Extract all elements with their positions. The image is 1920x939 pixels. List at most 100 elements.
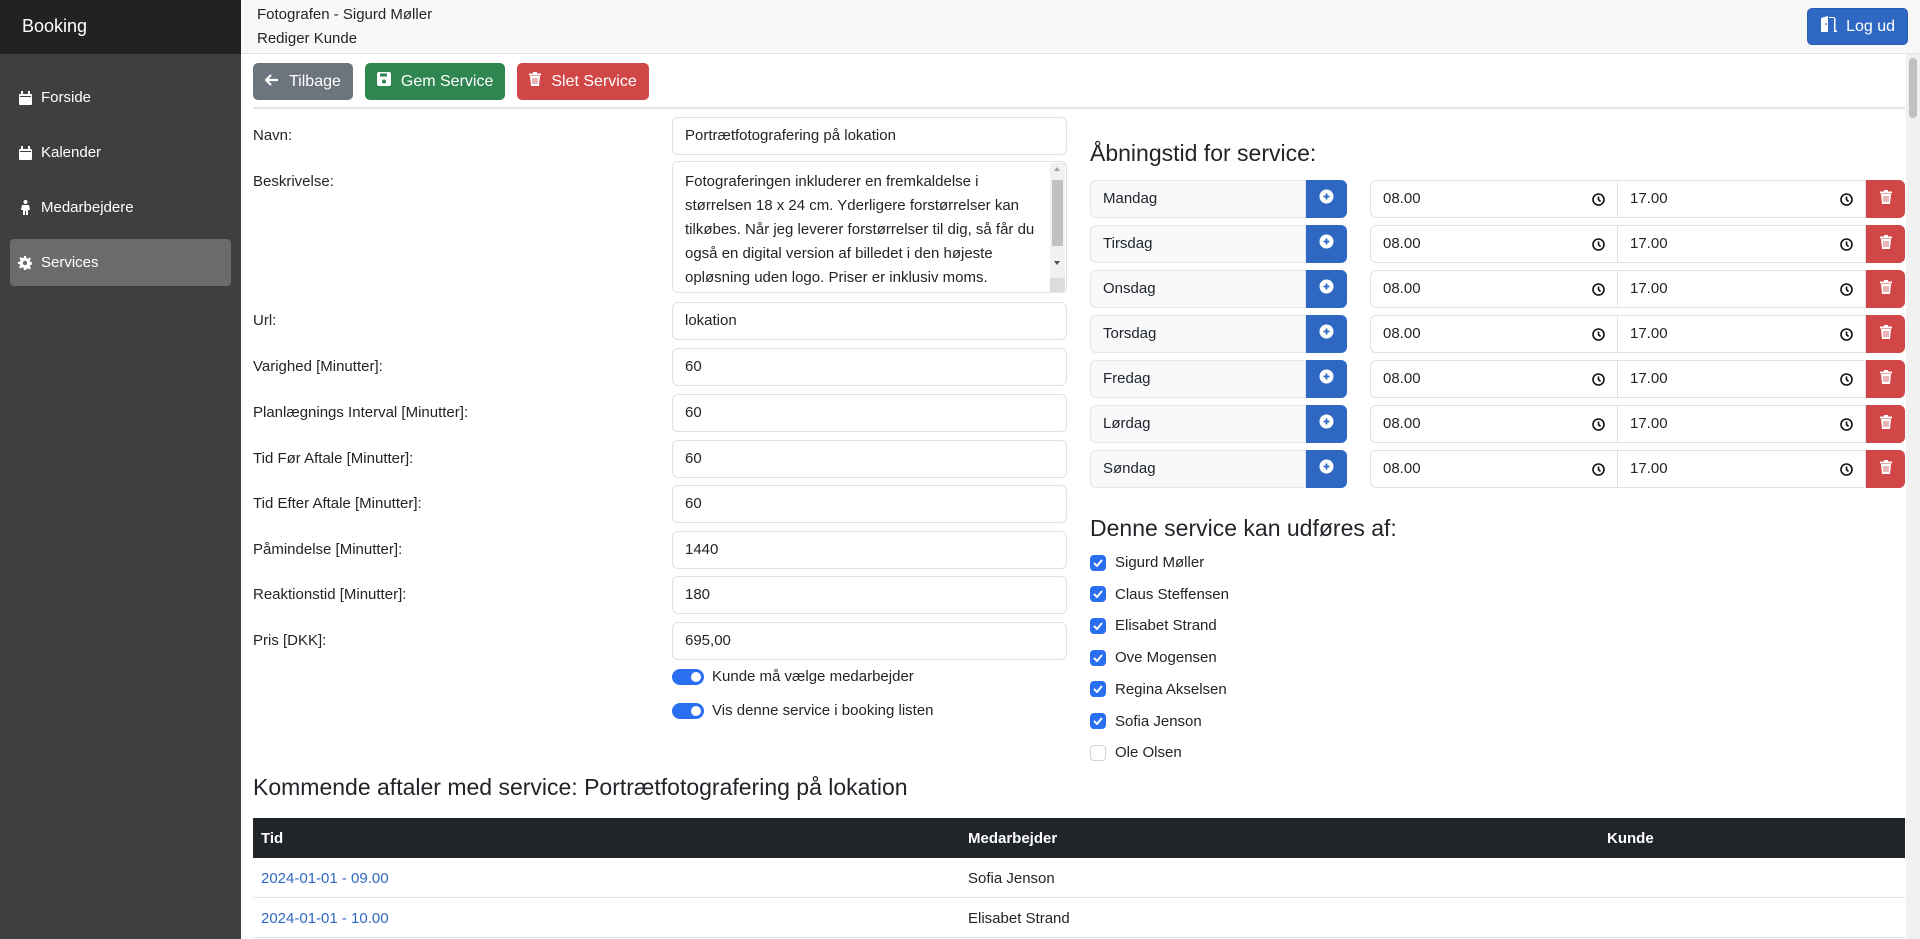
clock-icon[interactable] <box>1840 283 1853 300</box>
trash-icon <box>1879 189 1892 209</box>
time-from-input[interactable]: 08.00 <box>1370 360 1618 398</box>
page-scrollbar[interactable] <box>1906 54 1920 939</box>
sidebar-item-medarbejdere[interactable]: Medarbejdere <box>10 184 231 231</box>
time-to-input[interactable]: 17.00 <box>1617 405 1866 443</box>
duration-input[interactable]: 60 <box>672 348 1067 386</box>
scroll-down-arrow-icon[interactable] <box>1054 261 1060 265</box>
add-time-button[interactable] <box>1306 270 1347 308</box>
time-to-input[interactable]: 17.00 <box>1617 315 1866 353</box>
clock-icon[interactable] <box>1592 238 1605 255</box>
clock-icon[interactable] <box>1592 463 1605 480</box>
add-time-button[interactable] <box>1306 315 1347 353</box>
clock-icon[interactable] <box>1592 193 1605 210</box>
appointment-link[interactable]: 2024-01-01 - 10.00 <box>261 910 389 927</box>
scroll-up-arrow-icon[interactable] <box>1054 167 1060 171</box>
price-input[interactable]: 695,00 <box>672 622 1067 660</box>
clock-icon[interactable] <box>1592 283 1605 300</box>
show-in-list-toggle[interactable] <box>672 702 704 719</box>
time-from-input[interactable]: 08.00 <box>1370 225 1618 263</box>
clock-icon[interactable] <box>1840 463 1853 480</box>
plus-circle-icon <box>1319 459 1334 479</box>
clock-icon[interactable] <box>1592 328 1605 345</box>
clock-icon[interactable] <box>1592 418 1605 435</box>
add-time-button[interactable] <box>1306 180 1347 218</box>
time-from-input[interactable]: 08.00 <box>1370 270 1618 308</box>
reaction-input[interactable]: 180 <box>672 576 1067 614</box>
logout-label: Log ud <box>1846 17 1895 35</box>
reaction-label: Reaktionstid [Minutter]: <box>253 586 407 603</box>
main-content: Tilbage Gem Service Slet Service Navn: P… <box>241 54 1906 939</box>
employee-option: Regina Akselsen <box>1090 681 1227 698</box>
form-row-reminder: Påmindelse [Minutter]: 1440 <box>253 531 1067 569</box>
add-time-button[interactable] <box>1306 450 1347 488</box>
add-time-button[interactable] <box>1306 360 1347 398</box>
description-textarea[interactable]: Fotograferingen inkluderer en fremkaldel… <box>672 161 1067 293</box>
add-time-button[interactable] <box>1306 225 1347 263</box>
appointment-link[interactable]: 2024-01-01 - 09.00 <box>261 870 389 887</box>
delete-time-button[interactable] <box>1866 360 1905 398</box>
name-input[interactable]: Portrætfotografering på lokation <box>672 117 1067 155</box>
sidebar-item-services[interactable]: Services <box>10 239 231 286</box>
time-from-input[interactable]: 08.00 <box>1370 180 1618 218</box>
scrollbar-thumb[interactable] <box>1052 180 1063 246</box>
sidebar-item-kalender[interactable]: Kalender <box>10 129 231 176</box>
switch-choose-employee: Kunde må vælge medarbejder <box>672 668 914 685</box>
sidebar-item-forside[interactable]: Forside <box>10 74 231 121</box>
time-to-input[interactable]: 17.00 <box>1617 270 1866 308</box>
clock-icon[interactable] <box>1840 238 1853 255</box>
description-label: Beskrivelse: <box>253 173 334 190</box>
logout-button[interactable]: Log ud <box>1807 8 1908 45</box>
clock-icon[interactable] <box>1840 328 1853 345</box>
interval-input[interactable]: 60 <box>672 394 1067 432</box>
delete-time-button[interactable] <box>1866 405 1905 443</box>
time-from-input[interactable]: 08.00 <box>1370 450 1618 488</box>
employee-checkbox[interactable] <box>1090 586 1106 603</box>
delete-time-button[interactable] <box>1866 270 1905 308</box>
form-row-interval: Planlægnings Interval [Minutter]: 60 <box>253 394 1067 432</box>
delete-service-button[interactable]: Slet Service <box>517 63 649 100</box>
page-scrollbar-thumb[interactable] <box>1909 58 1917 118</box>
employee-checkbox[interactable] <box>1090 554 1106 571</box>
employee-cell: Elisabet Strand <box>968 910 1070 927</box>
opening-hours-row: Søndag 08.00 17.00 <box>1090 450 1905 488</box>
clock-icon[interactable] <box>1840 373 1853 390</box>
delete-time-button[interactable] <box>1866 450 1905 488</box>
employee-checkbox[interactable] <box>1090 681 1106 698</box>
time-to-value: 17.00 <box>1630 280 1668 297</box>
choose-employee-toggle[interactable] <box>672 668 704 685</box>
employee-checkbox[interactable] <box>1090 649 1106 666</box>
back-button[interactable]: Tilbage <box>253 63 353 100</box>
clock-icon[interactable] <box>1840 418 1853 435</box>
time-before-input[interactable]: 60 <box>672 440 1067 478</box>
time-to-input[interactable]: 17.00 <box>1617 450 1866 488</box>
time-to-input[interactable]: 17.00 <box>1617 225 1866 263</box>
plus-circle-icon <box>1319 189 1334 209</box>
employee-checkbox[interactable] <box>1090 713 1106 729</box>
employee-checkbox[interactable] <box>1090 617 1106 634</box>
resize-grip-icon[interactable] <box>1050 278 1065 292</box>
delete-time-button[interactable] <box>1866 180 1905 218</box>
clock-icon[interactable] <box>1592 373 1605 390</box>
time-from-input[interactable]: 08.00 <box>1370 315 1618 353</box>
time-from-value: 08.00 <box>1383 370 1421 387</box>
calendar-icon <box>17 145 33 160</box>
employee-checkbox[interactable] <box>1090 744 1106 761</box>
delete-time-button[interactable] <box>1866 225 1905 263</box>
reminder-input[interactable]: 1440 <box>672 531 1067 569</box>
save-service-button[interactable]: Gem Service <box>364 63 506 100</box>
employee-name: Elisabet Strand <box>1115 617 1217 635</box>
time-from-input[interactable]: 08.00 <box>1370 405 1618 443</box>
performers-heading: Denne service kan udføres af: <box>1090 515 1397 541</box>
switch-show-in-list: Vis denne service i booking listen <box>672 702 934 719</box>
time-to-input[interactable]: 17.00 <box>1617 180 1866 218</box>
form-row-price: Pris [DKK]: 695,00 <box>253 622 1067 660</box>
clock-icon[interactable] <box>1840 193 1853 210</box>
trash-icon <box>1879 234 1892 254</box>
trash-icon <box>529 72 542 91</box>
time-to-input[interactable]: 17.00 <box>1617 360 1866 398</box>
delete-time-button[interactable] <box>1866 315 1905 353</box>
add-time-button[interactable] <box>1306 405 1347 443</box>
url-input[interactable]: lokation <box>672 302 1067 340</box>
time-after-input[interactable]: 60 <box>672 485 1067 523</box>
textarea-scrollbar[interactable] <box>1050 163 1065 292</box>
